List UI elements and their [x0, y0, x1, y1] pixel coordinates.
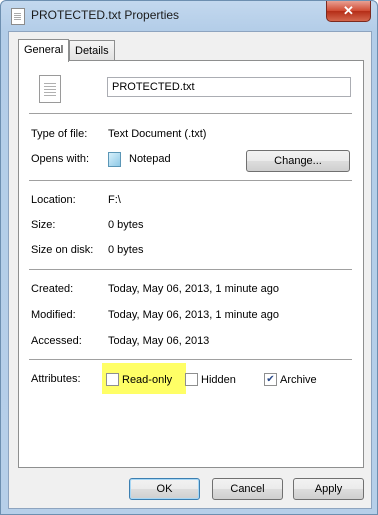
- cancel-button[interactable]: Cancel: [212, 478, 283, 500]
- location-value: F:\: [108, 194, 121, 206]
- close-button[interactable]: ✕: [326, 1, 371, 22]
- created-value: Today, May 06, 2013, 1 minute ago: [108, 283, 280, 295]
- archive-label[interactable]: Archive: [280, 374, 317, 386]
- type-label: Type of file:: [31, 128, 88, 140]
- opens-with-label: Opens with:: [31, 153, 90, 165]
- modified-value: Today, May 06, 2013, 1 minute ago: [108, 309, 280, 321]
- attributes-label: Attributes:: [31, 373, 81, 385]
- divider: [29, 359, 352, 360]
- window-title: PROTECTED.txt Properties: [31, 8, 180, 22]
- text-file-icon: [11, 8, 25, 25]
- size-label: Size:: [31, 219, 56, 231]
- size-on-disk-value: 0 bytes: [108, 244, 144, 256]
- hidden-label[interactable]: Hidden: [201, 374, 236, 386]
- document-icon: [39, 75, 61, 103]
- dialog-body: General Details Type of file: Text Docum…: [8, 31, 372, 509]
- accessed-label: Accessed:: [31, 335, 82, 347]
- modified-label: Modified:: [31, 309, 76, 321]
- location-label: Location:: [31, 194, 76, 206]
- properties-window: PROTECTED.txt Properties ✕ General Detai…: [0, 0, 378, 515]
- tab-details[interactable]: Details: [69, 40, 115, 61]
- tab-general[interactable]: General: [18, 39, 70, 62]
- hidden-checkbox[interactable]: [185, 373, 198, 386]
- archive-checkbox[interactable]: ✔: [264, 373, 277, 386]
- change-button[interactable]: Change...: [246, 150, 350, 172]
- created-label: Created:: [31, 283, 74, 295]
- read-only-label[interactable]: Read-only: [122, 374, 172, 386]
- general-panel: Type of file: Text Document (.txt) Opens…: [18, 60, 364, 468]
- title-bar[interactable]: PROTECTED.txt Properties ✕: [1, 1, 377, 31]
- ok-button[interactable]: OK: [129, 478, 200, 500]
- notepad-icon: [108, 152, 121, 167]
- file-name-input[interactable]: [107, 77, 351, 97]
- apply-button[interactable]: Apply: [293, 478, 364, 500]
- type-value: Text Document (.txt): [108, 128, 207, 140]
- size-on-disk-label: Size on disk:: [31, 244, 94, 256]
- divider: [29, 180, 352, 181]
- accessed-value: Today, May 06, 2013: [108, 335, 210, 347]
- divider: [29, 113, 352, 114]
- divider: [29, 269, 352, 270]
- size-value: 0 bytes: [108, 219, 144, 231]
- opens-with-value: Notepad: [129, 153, 171, 165]
- read-only-checkbox[interactable]: [106, 373, 119, 386]
